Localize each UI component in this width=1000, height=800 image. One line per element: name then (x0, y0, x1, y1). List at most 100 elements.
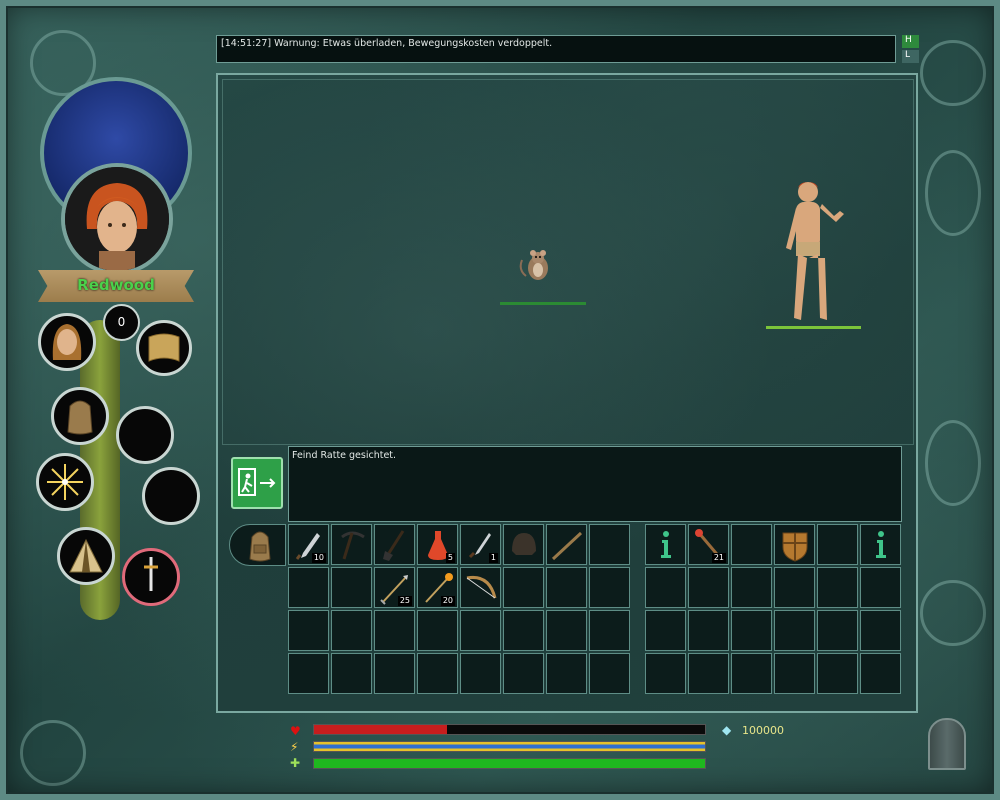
inventory-slot[interactable]: 5 (417, 524, 458, 565)
storage-slot[interactable] (774, 610, 815, 651)
inventory-slot[interactable] (374, 524, 415, 565)
backpack-tab[interactable] (229, 524, 286, 566)
inventory-slot[interactable] (503, 610, 544, 651)
empty-slot-button[interactable] (116, 406, 174, 464)
inventory-slot[interactable] (589, 567, 630, 608)
enemy-health-bar (500, 302, 586, 305)
hero-figure-icon (786, 182, 844, 320)
decor-vine (925, 150, 981, 236)
inventory-slot[interactable] (331, 524, 372, 565)
storage-slot[interactable] (731, 610, 772, 651)
character-sheet-button[interactable] (38, 313, 96, 371)
storage-slot[interactable] (688, 653, 729, 694)
inventory-slot[interactable] (331, 653, 372, 694)
storage-slot[interactable] (774, 653, 815, 694)
inventory-slot[interactable] (503, 567, 544, 608)
log-high-toggle[interactable]: H (902, 35, 919, 48)
empty-slot-button[interactable] (142, 467, 200, 525)
storage-slot[interactable] (688, 567, 729, 608)
inventory-slot[interactable] (288, 653, 329, 694)
item-count: 25 (397, 596, 412, 606)
rat-enemy[interactable] (518, 246, 560, 288)
storage-slot[interactable] (731, 567, 772, 608)
inventory-slot[interactable] (546, 524, 587, 565)
flee-button[interactable] (231, 457, 283, 509)
decor-vine (20, 720, 86, 786)
helmet-icon (512, 533, 536, 555)
magic-button[interactable] (36, 453, 94, 511)
storage-slot[interactable] (645, 653, 686, 694)
item-count: 1 (488, 553, 498, 563)
equipment-slot[interactable] (817, 524, 858, 565)
equipment-slot[interactable] (645, 524, 686, 565)
exit-door-button[interactable] (928, 718, 966, 770)
portrait-image (65, 167, 169, 271)
inventory-slot[interactable] (503, 524, 544, 565)
storage-slot[interactable] (731, 653, 772, 694)
hero-figure[interactable] (778, 178, 854, 330)
inventory-slot[interactable] (374, 653, 415, 694)
backpack-icon (249, 531, 271, 562)
storage-slot[interactable] (860, 653, 901, 694)
inventory-slot[interactable] (546, 567, 587, 608)
inventory-slot[interactable]: 25 (374, 567, 415, 608)
combat-button[interactable] (122, 548, 180, 606)
inventory-slot[interactable] (417, 653, 458, 694)
info-icon (661, 531, 671, 558)
inventory-button[interactable] (51, 387, 109, 445)
equipment-slot[interactable] (731, 524, 772, 565)
inventory-slot[interactable]: 20 (417, 567, 458, 608)
inventory-slot[interactable] (503, 653, 544, 694)
equipment-slot[interactable] (774, 524, 815, 565)
inventory-slot[interactable] (589, 610, 630, 651)
inventory-slot[interactable] (417, 610, 458, 651)
storage-slot[interactable] (688, 610, 729, 651)
equipment-slot[interactable] (860, 524, 901, 565)
health-bar (313, 724, 706, 735)
storage-slot[interactable] (774, 567, 815, 608)
heart-icon: ♥ (290, 724, 301, 738)
inventory-slot[interactable] (589, 653, 630, 694)
system-log: [14:51:27] Warnung: Etwas überladen, Bew… (216, 35, 896, 63)
inventory-slot[interactable] (546, 653, 587, 694)
counter-badge: 0 (103, 304, 140, 341)
scroll-map-icon (148, 333, 180, 362)
character-name: Redwood (77, 276, 155, 294)
inventory-slot[interactable]: 1 (460, 524, 501, 565)
shield-icon (782, 532, 808, 562)
system-log-text: [14:51:27] Warnung: Etwas überladen, Bew… (221, 38, 553, 49)
storage-slot[interactable] (860, 610, 901, 651)
inventory-slot[interactable] (288, 567, 329, 608)
camp-button[interactable] (57, 527, 115, 585)
inventory-slot[interactable] (589, 524, 630, 565)
inventory-slot[interactable] (331, 567, 372, 608)
item-count: 10 (311, 553, 326, 563)
inventory-slot[interactable] (460, 567, 501, 608)
decor-vine (920, 40, 986, 106)
magic-star-icon (47, 464, 83, 500)
storage-slot[interactable] (645, 610, 686, 651)
info-icon (876, 531, 886, 558)
sword-icon (144, 557, 158, 591)
storage-slot[interactable] (645, 567, 686, 608)
hero-health-bar (766, 326, 861, 329)
inventory-slot[interactable] (374, 610, 415, 651)
storage-slot[interactable] (817, 653, 858, 694)
inventory-slot[interactable] (460, 653, 501, 694)
inventory-slot[interactable] (546, 610, 587, 651)
inventory-slot[interactable] (288, 610, 329, 651)
inventory-slot[interactable]: 10 (288, 524, 329, 565)
exit-run-icon (238, 468, 276, 496)
equipment-slot[interactable]: 21 (688, 524, 729, 565)
gem-icon: ◆ (722, 723, 732, 737)
stamina-cross-icon: ✚ (290, 756, 301, 770)
map-button[interactable] (136, 320, 192, 376)
inventory-slot[interactable] (460, 610, 501, 651)
character-portrait[interactable] (61, 163, 173, 275)
storage-slot[interactable] (860, 567, 901, 608)
inventory-slot[interactable] (331, 610, 372, 651)
log-low-toggle[interactable]: L (902, 50, 919, 63)
storage-slot[interactable] (817, 567, 858, 608)
gold-amount: 100000 (742, 724, 784, 737)
storage-slot[interactable] (817, 610, 858, 651)
